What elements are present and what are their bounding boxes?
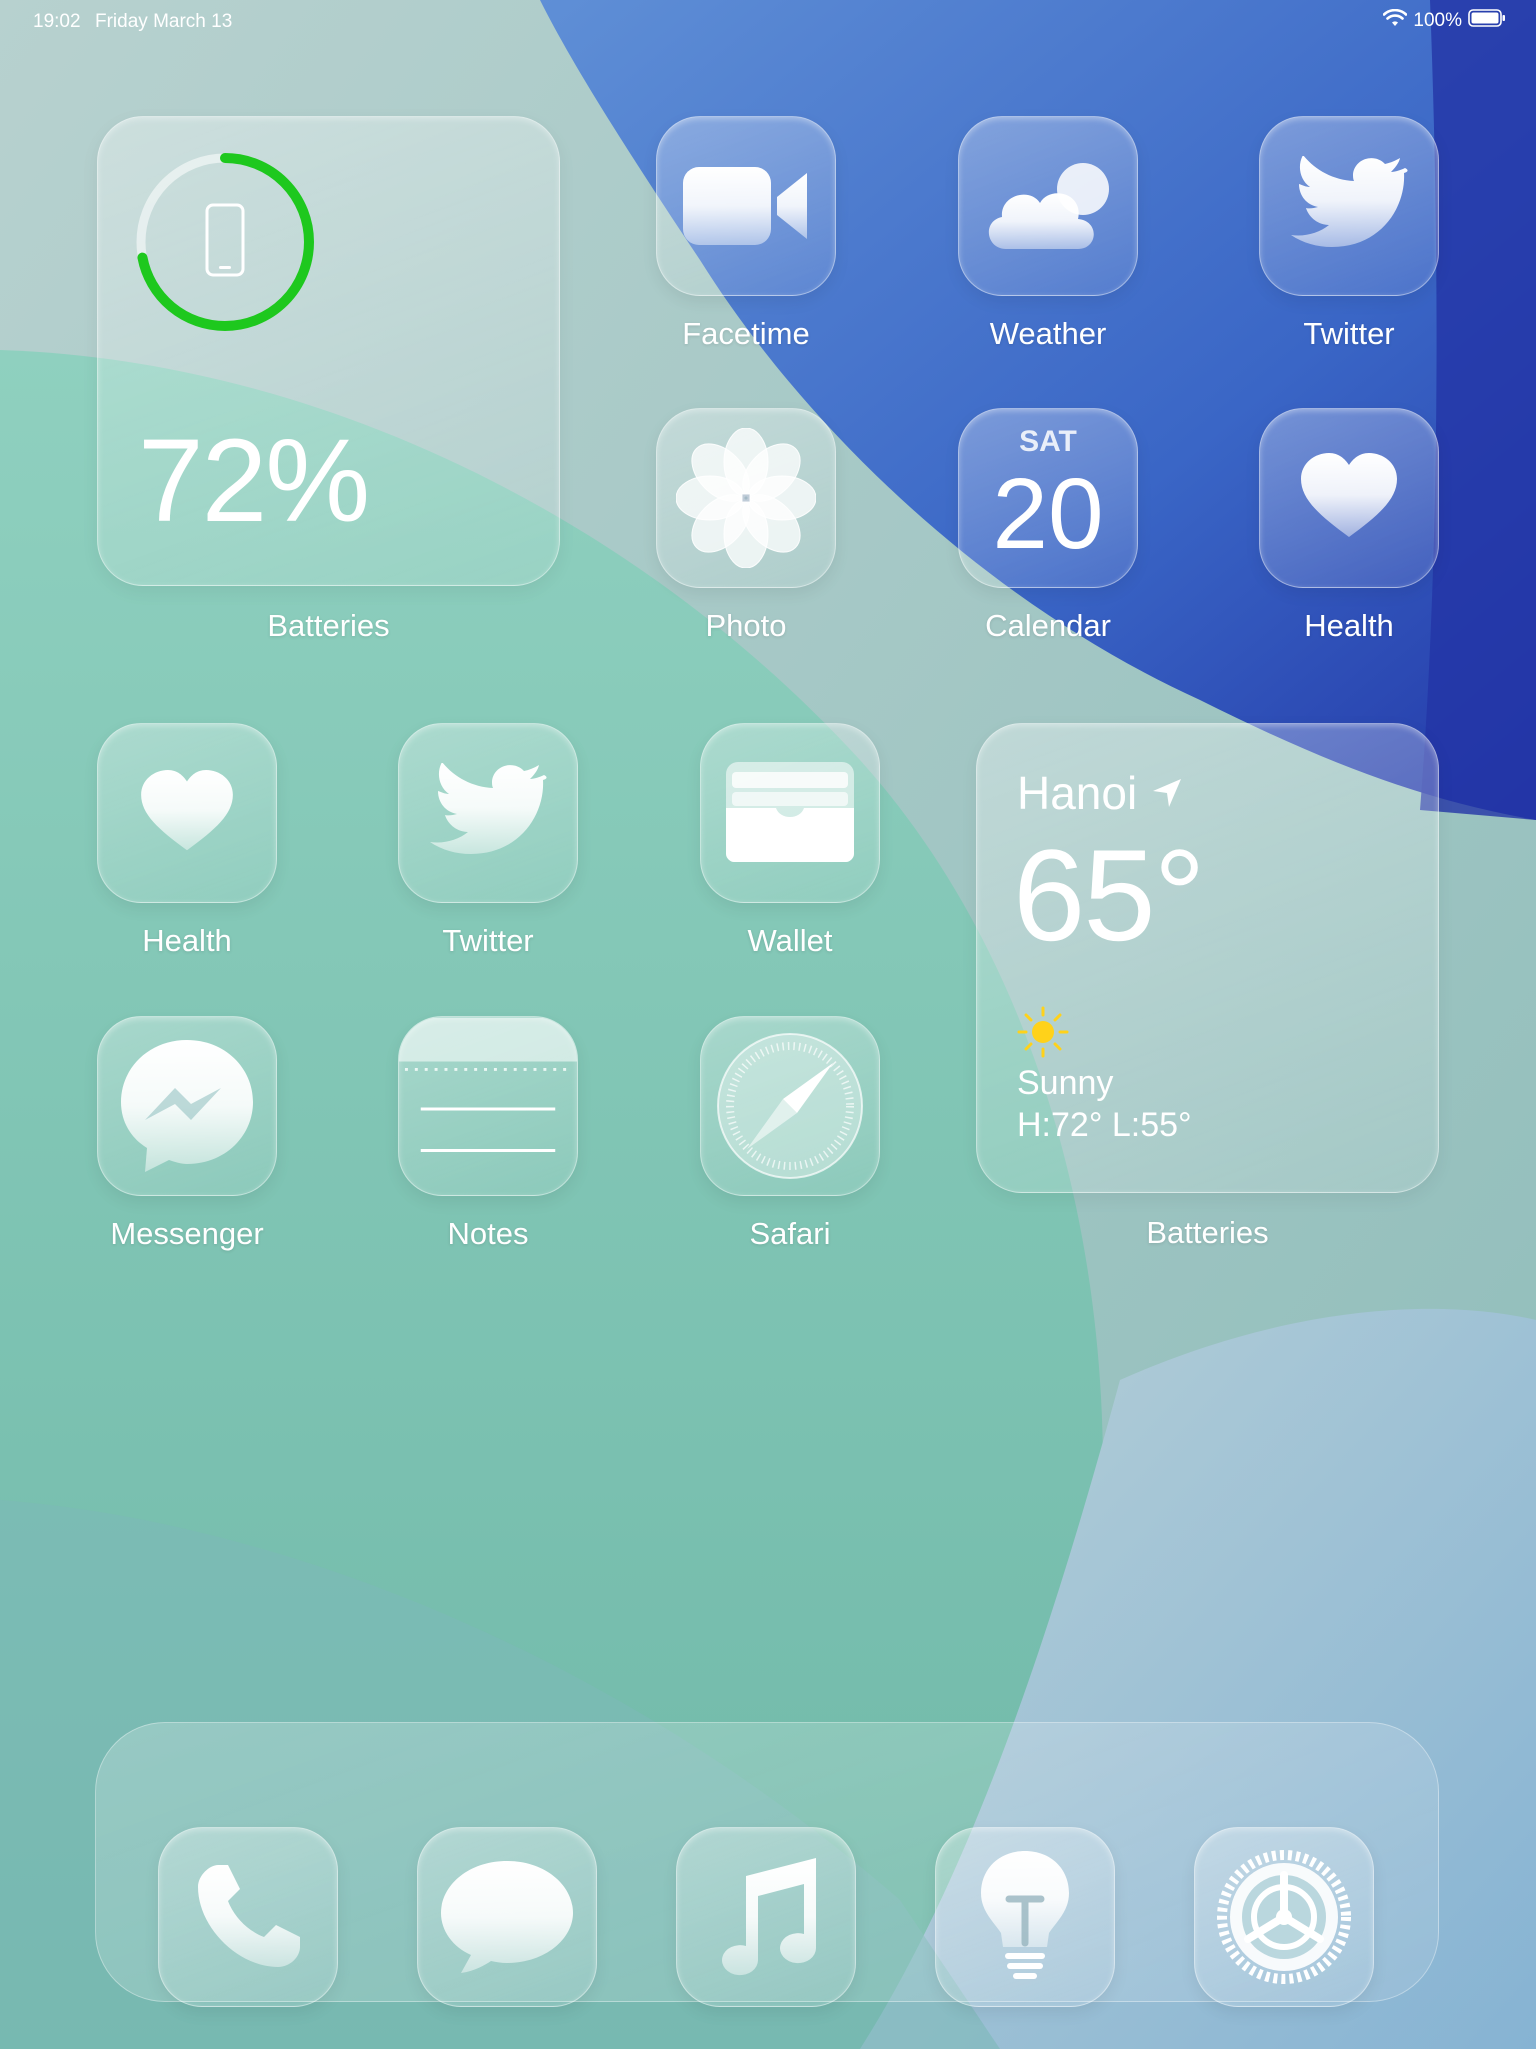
app-label: Twitter	[1303, 316, 1395, 351]
battery-percent: 100%	[1413, 10, 1462, 31]
app-photo[interactable]: Photo	[656, 408, 836, 644]
status-time: 19:02	[33, 11, 81, 32]
weather-high-low: H:72° L:55°	[1017, 1106, 1192, 1144]
app-label: Messenger	[110, 1216, 264, 1251]
sun-icon	[1017, 1006, 1069, 1058]
battery-widget-label: Batteries	[267, 608, 390, 643]
app-label: Wallet	[747, 923, 833, 958]
lightbulb-icon	[981, 1851, 1069, 1979]
weather-temperature: 65°	[1013, 822, 1206, 968]
app-health[interactable]: Health	[97, 723, 277, 959]
phone-icon	[198, 1865, 300, 1967]
heart-icon	[141, 770, 233, 851]
cloud-sun-icon	[988, 163, 1109, 249]
app-messenger[interactable]: Messenger	[97, 1016, 277, 1252]
app-label: Health	[142, 923, 232, 958]
weather-city: Hanoi	[1017, 767, 1138, 819]
weather-widget[interactable]: Hanoi 65° Sunny H:72° L:55°	[976, 723, 1439, 1193]
app-safari[interactable]: Safari	[700, 1016, 880, 1252]
app-wallet[interactable]: Wallet	[700, 723, 880, 959]
app-label: Calendar	[985, 608, 1111, 643]
app-label: Safari	[749, 1216, 831, 1251]
heart-icon	[1301, 453, 1397, 537]
location-arrow-icon	[1153, 779, 1182, 807]
app-label: Twitter	[442, 923, 534, 958]
wallet-icon	[726, 762, 854, 862]
app-label: Weather	[989, 316, 1107, 351]
calendar-day-number: 20	[992, 458, 1104, 570]
video-camera-icon	[683, 167, 807, 245]
battery-icon	[1468, 9, 1506, 33]
app-twitter[interactable]: Twitter	[398, 723, 578, 959]
messenger-icon	[121, 1040, 253, 1172]
status-bar: 19:02 Friday March 13 100%	[0, 0, 1536, 44]
weather-condition: Sunny	[1017, 1064, 1114, 1102]
wifi-icon	[1383, 8, 1408, 33]
weather-widget-label: Batteries	[1146, 1215, 1269, 1250]
status-date: Friday March 13	[95, 11, 233, 32]
app-weather[interactable]: Weather	[958, 116, 1138, 352]
app-health-top[interactable]: Health	[1259, 408, 1439, 644]
notes-icon	[399, 1018, 577, 1152]
app-label: Facetime	[682, 316, 810, 351]
app-facetime[interactable]: Facetime	[656, 116, 836, 352]
photos-flower-icon	[676, 428, 816, 568]
battery-ring	[136, 153, 314, 331]
twitter-bird-icon	[430, 763, 547, 854]
music-note-icon	[722, 1858, 817, 1976]
twitter-bird-icon	[1291, 156, 1408, 247]
compass-icon	[717, 1033, 863, 1179]
battery-percent-text: 72%	[138, 415, 370, 547]
app-label: Photo	[705, 608, 787, 643]
app-calendar[interactable]: SAT 20 Calendar	[958, 408, 1138, 644]
speech-bubble-icon	[441, 1861, 573, 1973]
app-label: Health	[1304, 608, 1394, 643]
app-twitter-top[interactable]: Twitter	[1259, 116, 1439, 352]
calendar-weekday: SAT	[1019, 425, 1077, 458]
app-label: Notes	[447, 1216, 529, 1251]
settings-gear-icon	[1217, 1850, 1351, 1984]
app-notes[interactable]: Notes	[398, 1016, 578, 1252]
dock	[95, 1722, 1439, 2007]
iphone-icon	[205, 203, 245, 277]
battery-widget[interactable]: 72%	[97, 116, 560, 586]
